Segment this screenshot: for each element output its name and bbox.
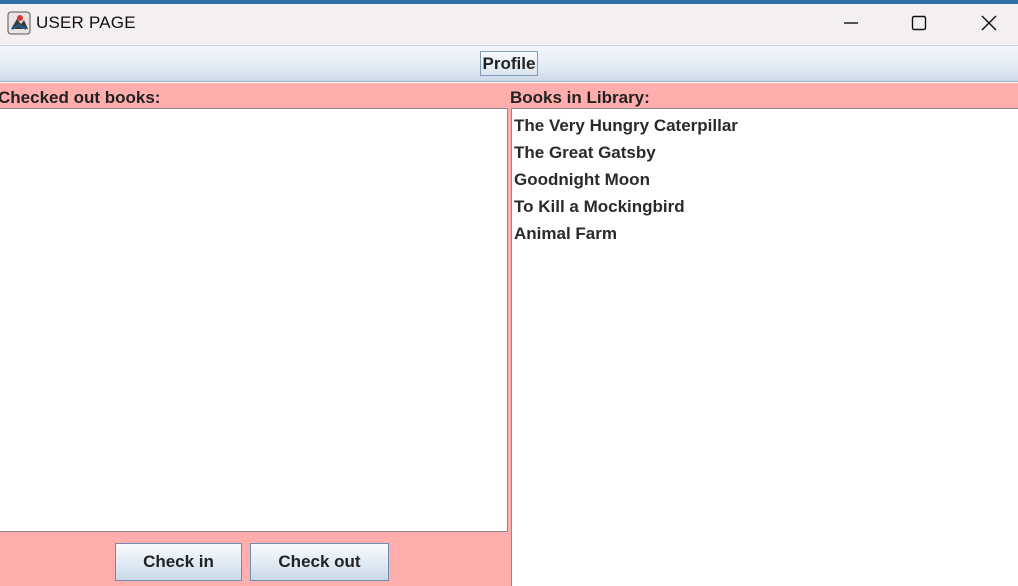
toolbar: Profile bbox=[0, 45, 1018, 82]
list-item[interactable]: Goodnight Moon bbox=[512, 169, 1018, 196]
list-item[interactable]: The Very Hungry Caterpillar bbox=[512, 115, 1018, 142]
checked-out-panel: Checked out books: Check in Check out bbox=[0, 83, 510, 586]
check-out-button[interactable]: Check out bbox=[250, 543, 389, 581]
title-bar: USER PAGE bbox=[0, 0, 1018, 45]
library-panel: Books in Library: The Very Hungry Caterp… bbox=[510, 83, 1018, 586]
checked-out-list[interactable] bbox=[0, 108, 508, 532]
list-item[interactable]: To Kill a Mockingbird bbox=[512, 196, 1018, 223]
maximize-icon bbox=[911, 15, 927, 31]
java-app-icon bbox=[7, 11, 31, 35]
close-button[interactable] bbox=[954, 1, 1018, 45]
maximize-button[interactable] bbox=[884, 1, 954, 45]
profile-button[interactable]: Profile bbox=[480, 51, 538, 76]
list-item[interactable]: Animal Farm bbox=[512, 223, 1018, 250]
check-in-button[interactable]: Check in bbox=[115, 543, 242, 581]
library-list[interactable]: The Very Hungry Caterpillar The Great Ga… bbox=[511, 108, 1018, 586]
window-title: USER PAGE bbox=[36, 13, 136, 32]
close-icon bbox=[981, 15, 997, 31]
library-label: Books in Library: bbox=[510, 88, 650, 107]
checked-out-label: Checked out books: bbox=[0, 88, 161, 107]
list-item[interactable]: The Great Gatsby bbox=[512, 142, 1018, 169]
minimize-button[interactable] bbox=[816, 1, 886, 45]
minimize-icon bbox=[844, 22, 858, 24]
